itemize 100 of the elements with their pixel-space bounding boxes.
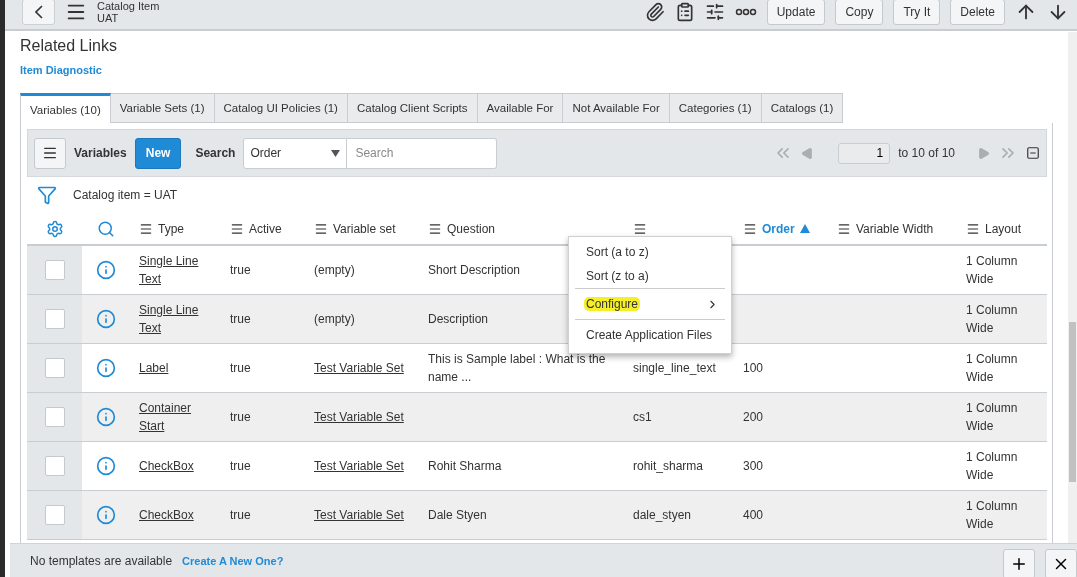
tab[interactable]: Catalogs (1) [761,93,844,123]
menu-icon [139,221,153,236]
tab[interactable]: Not Available For [563,93,670,123]
column-header[interactable]: Variable Width [828,221,957,236]
table-cell-text: Description [428,311,490,328]
tab[interactable]: Variable Sets (1) [110,93,215,123]
table-cell-text: Short Description [428,262,522,279]
section-title: Related Links [20,37,118,55]
sort-ascending-icon [799,224,810,233]
filter-condition: Catalog item = UAT [73,188,178,202]
list-menu-button[interactable] [34,137,66,169]
table-link[interactable]: Test Variable Set [314,408,410,426]
record-name: UAT [97,12,120,24]
table-cell-text: 400 [743,507,765,524]
search-field[interactable]: Search [347,137,498,169]
table-cell-text: 1 Column Wide [966,449,1019,484]
row-checkbox[interactable] [44,260,65,280]
add-button[interactable] [1003,548,1035,577]
menu-item[interactable]: Sort (z to a) [575,264,725,288]
table-cell-text: single_line_text [633,360,717,377]
paperclip-icon[interactable] [644,1,665,22]
menu-icon [428,221,442,236]
table-cell-text: 1 Column Wide [966,302,1019,337]
table-cell-text: true [230,311,252,328]
dropdown-caret-icon [331,149,341,157]
table-link[interactable]: Test Variable Set [314,359,410,377]
menu-icon [314,221,328,236]
related-link[interactable]: Item Diagnostic [20,64,1053,76]
table-link[interactable]: CheckBox [139,506,200,524]
tab[interactable]: Variables (10) [20,93,111,123]
menu-item[interactable]: Sort (a to z) [575,240,725,264]
field-select[interactable]: Order [243,137,348,169]
footer-message: No templates are available [30,553,173,568]
scrollbar[interactable] [1068,32,1077,543]
table-cell-text: 100 [743,360,765,377]
table-cell-text: 1 Column Wide [966,498,1019,533]
table-link[interactable]: CheckBox [139,457,200,475]
tab[interactable]: Catalog UI Policies (1) [214,93,348,123]
list-title: Variables [74,146,127,160]
column-header[interactable]: Question [419,221,624,236]
table-cell-text: 300 [743,458,765,475]
row-checkbox[interactable] [44,407,65,427]
table-cell-text: cs1 [633,409,653,426]
new-button[interactable]: New [134,137,182,169]
chevron-left-icon [34,4,43,19]
table-cell-text: Dale Styen [428,507,488,524]
table-link[interactable]: Single Line Text [139,301,221,337]
table-cell-text: Rohit Sharma [428,458,503,475]
page-field[interactable]: 1 [838,142,891,164]
table-link[interactable]: Label [139,359,175,377]
menu-item[interactable]: Configure [575,288,725,319]
menu-icon [230,221,244,236]
table-cell-text: (empty) [314,311,356,328]
table-cell-text: true [230,507,252,524]
menu-icon [42,145,58,161]
table-cell-text: 1 Column Wide [966,351,1019,386]
record-type: Catalog Item [97,0,160,12]
header-button[interactable]: Try It [893,0,941,25]
table-cell-text: true [230,262,252,279]
column-header[interactable]: Active [221,221,305,236]
header-button[interactable]: Copy [835,0,884,25]
collapse-icon[interactable] [1026,146,1040,160]
column-header[interactable]: Variable set [305,221,419,236]
search-label: Search [195,146,236,160]
tab[interactable]: Catalog Client Scripts [347,93,478,123]
table-cell-text: This is Sample label : What is the name ... [428,351,607,386]
column-header[interactable]: Type [130,221,221,236]
column-header[interactable]: Order [734,221,828,236]
column-header[interactable]: Layout [957,221,1047,236]
sliders-icon[interactable] [704,1,725,22]
tab[interactable]: Categories (1) [669,93,762,123]
table-cell-text: rohit_sharma [633,458,705,475]
menu-icon [633,221,647,236]
table-cell-text: dale_styen [633,507,693,524]
filter-icon[interactable] [37,185,57,205]
table-cell-text: 200 [743,409,765,426]
row-checkbox[interactable] [44,456,65,476]
menu-item[interactable]: Create Application Files [575,319,725,350]
back-button[interactable] [22,0,55,25]
table-link[interactable]: Test Variable Set [314,457,410,475]
table-link[interactable]: Container Start [139,399,221,435]
table-cell-text: true [230,458,252,475]
row-checkbox[interactable] [44,309,65,329]
menu-icon [743,221,757,236]
table-cell-text: 1 Column Wide [966,400,1019,435]
close-button[interactable] [1045,548,1077,577]
header-button[interactable]: Delete [950,0,1005,25]
menu-icon [837,221,851,236]
table-cell-text: true [230,409,252,426]
row-checkbox[interactable] [44,505,65,525]
table-cell-text: 1 Column Wide [966,253,1019,288]
row-checkbox[interactable] [44,358,65,378]
table-link[interactable]: Single Line Text [139,252,221,288]
menu-icon [966,221,980,236]
tab[interactable]: Available For [477,93,564,123]
table-link[interactable]: Test Variable Set [314,506,410,524]
header-button[interactable]: Update [766,0,826,25]
page-range: to 10 of 10 [898,146,955,160]
table-cell-text: true [230,360,252,377]
more-icon[interactable] [734,7,757,16]
